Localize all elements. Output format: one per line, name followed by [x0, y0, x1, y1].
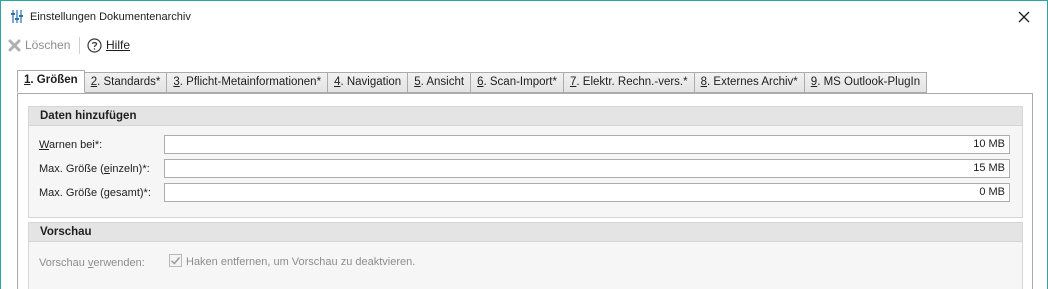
help-label: Hilfe: [106, 38, 131, 52]
max-groesse-einzeln-label: Max. Größe (einzeln)*:: [39, 163, 150, 175]
section-heading: Daten hinzufügen: [29, 107, 1022, 126]
checkmark-icon: [170, 257, 181, 265]
close-button[interactable]: [1009, 6, 1039, 28]
delete-label: Löschen: [25, 38, 71, 52]
section-daten-hinzufuegen: Daten hinzufügen Warnen bei*: 10 MB Max.…: [28, 106, 1023, 218]
warnen-bei-input[interactable]: 10 MB: [164, 135, 1010, 154]
max-groesse-einzeln-input[interactable]: 15 MB: [164, 159, 1010, 178]
close-icon: [1018, 11, 1030, 23]
section-vorschau: Vorschau Vorschau verwenden: Haken entfe…: [28, 222, 1023, 289]
title-bar: Einstellungen Dokumentenarchiv: [1, 1, 1047, 32]
help-circle-icon: [87, 37, 102, 53]
tab-8[interactable]: 8. Externes Archiv*: [694, 72, 805, 93]
row-max-groesse-gesamt: Max. Größe (gesamt)*: 0 MB: [39, 183, 1014, 203]
vorschau-checkbox[interactable]: [169, 254, 182, 267]
help-button[interactable]: Hilfe: [87, 36, 130, 54]
window-title: Einstellungen Dokumentenarchiv: [30, 11, 191, 23]
tab-1[interactable]: 1. Größen: [17, 70, 85, 93]
sliders-icon: [11, 10, 23, 23]
vorschau-verwenden-label: Vorschau verwenden:: [39, 257, 145, 269]
tab-7[interactable]: 7. Elektr. Rechn.-vers.*: [563, 72, 695, 93]
toolbar-separator: [79, 37, 80, 54]
tab-strip: 1. Größen 2. Standards* 3. Pflicht-Metainf…: [17, 70, 928, 93]
tab-3[interactable]: 3. Pflicht-Metainformationen*: [167, 72, 329, 93]
content-area: 1. Größen 2. Standards* 3. Pflicht-Metainf…: [1, 58, 1047, 289]
delete-x-icon: [8, 39, 21, 51]
section-heading: Vorschau: [29, 223, 1022, 242]
max-groesse-gesamt-label: Max. Größe (gesamt)*:: [39, 187, 151, 199]
row-max-groesse-einzeln: Max. Größe (einzeln)*: 15 MB: [39, 159, 1014, 179]
tab-6[interactable]: 6. Scan-Import*: [471, 72, 564, 93]
vorschau-checkbox-text: Haken entfernen, um Vorschau zu deaktvie…: [186, 256, 416, 268]
row-warnen-bei: Warnen bei*: 10 MB: [39, 135, 1014, 155]
tab-5[interactable]: 5. Ansicht: [408, 72, 472, 93]
tab-2[interactable]: 2. Standards*: [84, 72, 168, 93]
warnen-bei-label: Warnen bei*:: [39, 139, 103, 151]
toolbar: Löschen Hilfe: [1, 32, 1047, 58]
tab-4[interactable]: 4. Navigation: [328, 72, 409, 93]
tab-panel-groessen: Daten hinzufügen Warnen bei*: 10 MB Max.…: [17, 93, 1033, 289]
max-groesse-gesamt-input[interactable]: 0 MB: [164, 183, 1010, 202]
settings-window: Einstellungen Dokumentenarchiv Löschen H…: [0, 0, 1048, 289]
row-vorschau-verwenden: Vorschau verwenden: Haken entfernen, um …: [39, 253, 1014, 273]
tab-9[interactable]: 9. MS Outlook-PlugIn: [804, 72, 928, 93]
delete-button[interactable]: Löschen: [8, 36, 70, 54]
